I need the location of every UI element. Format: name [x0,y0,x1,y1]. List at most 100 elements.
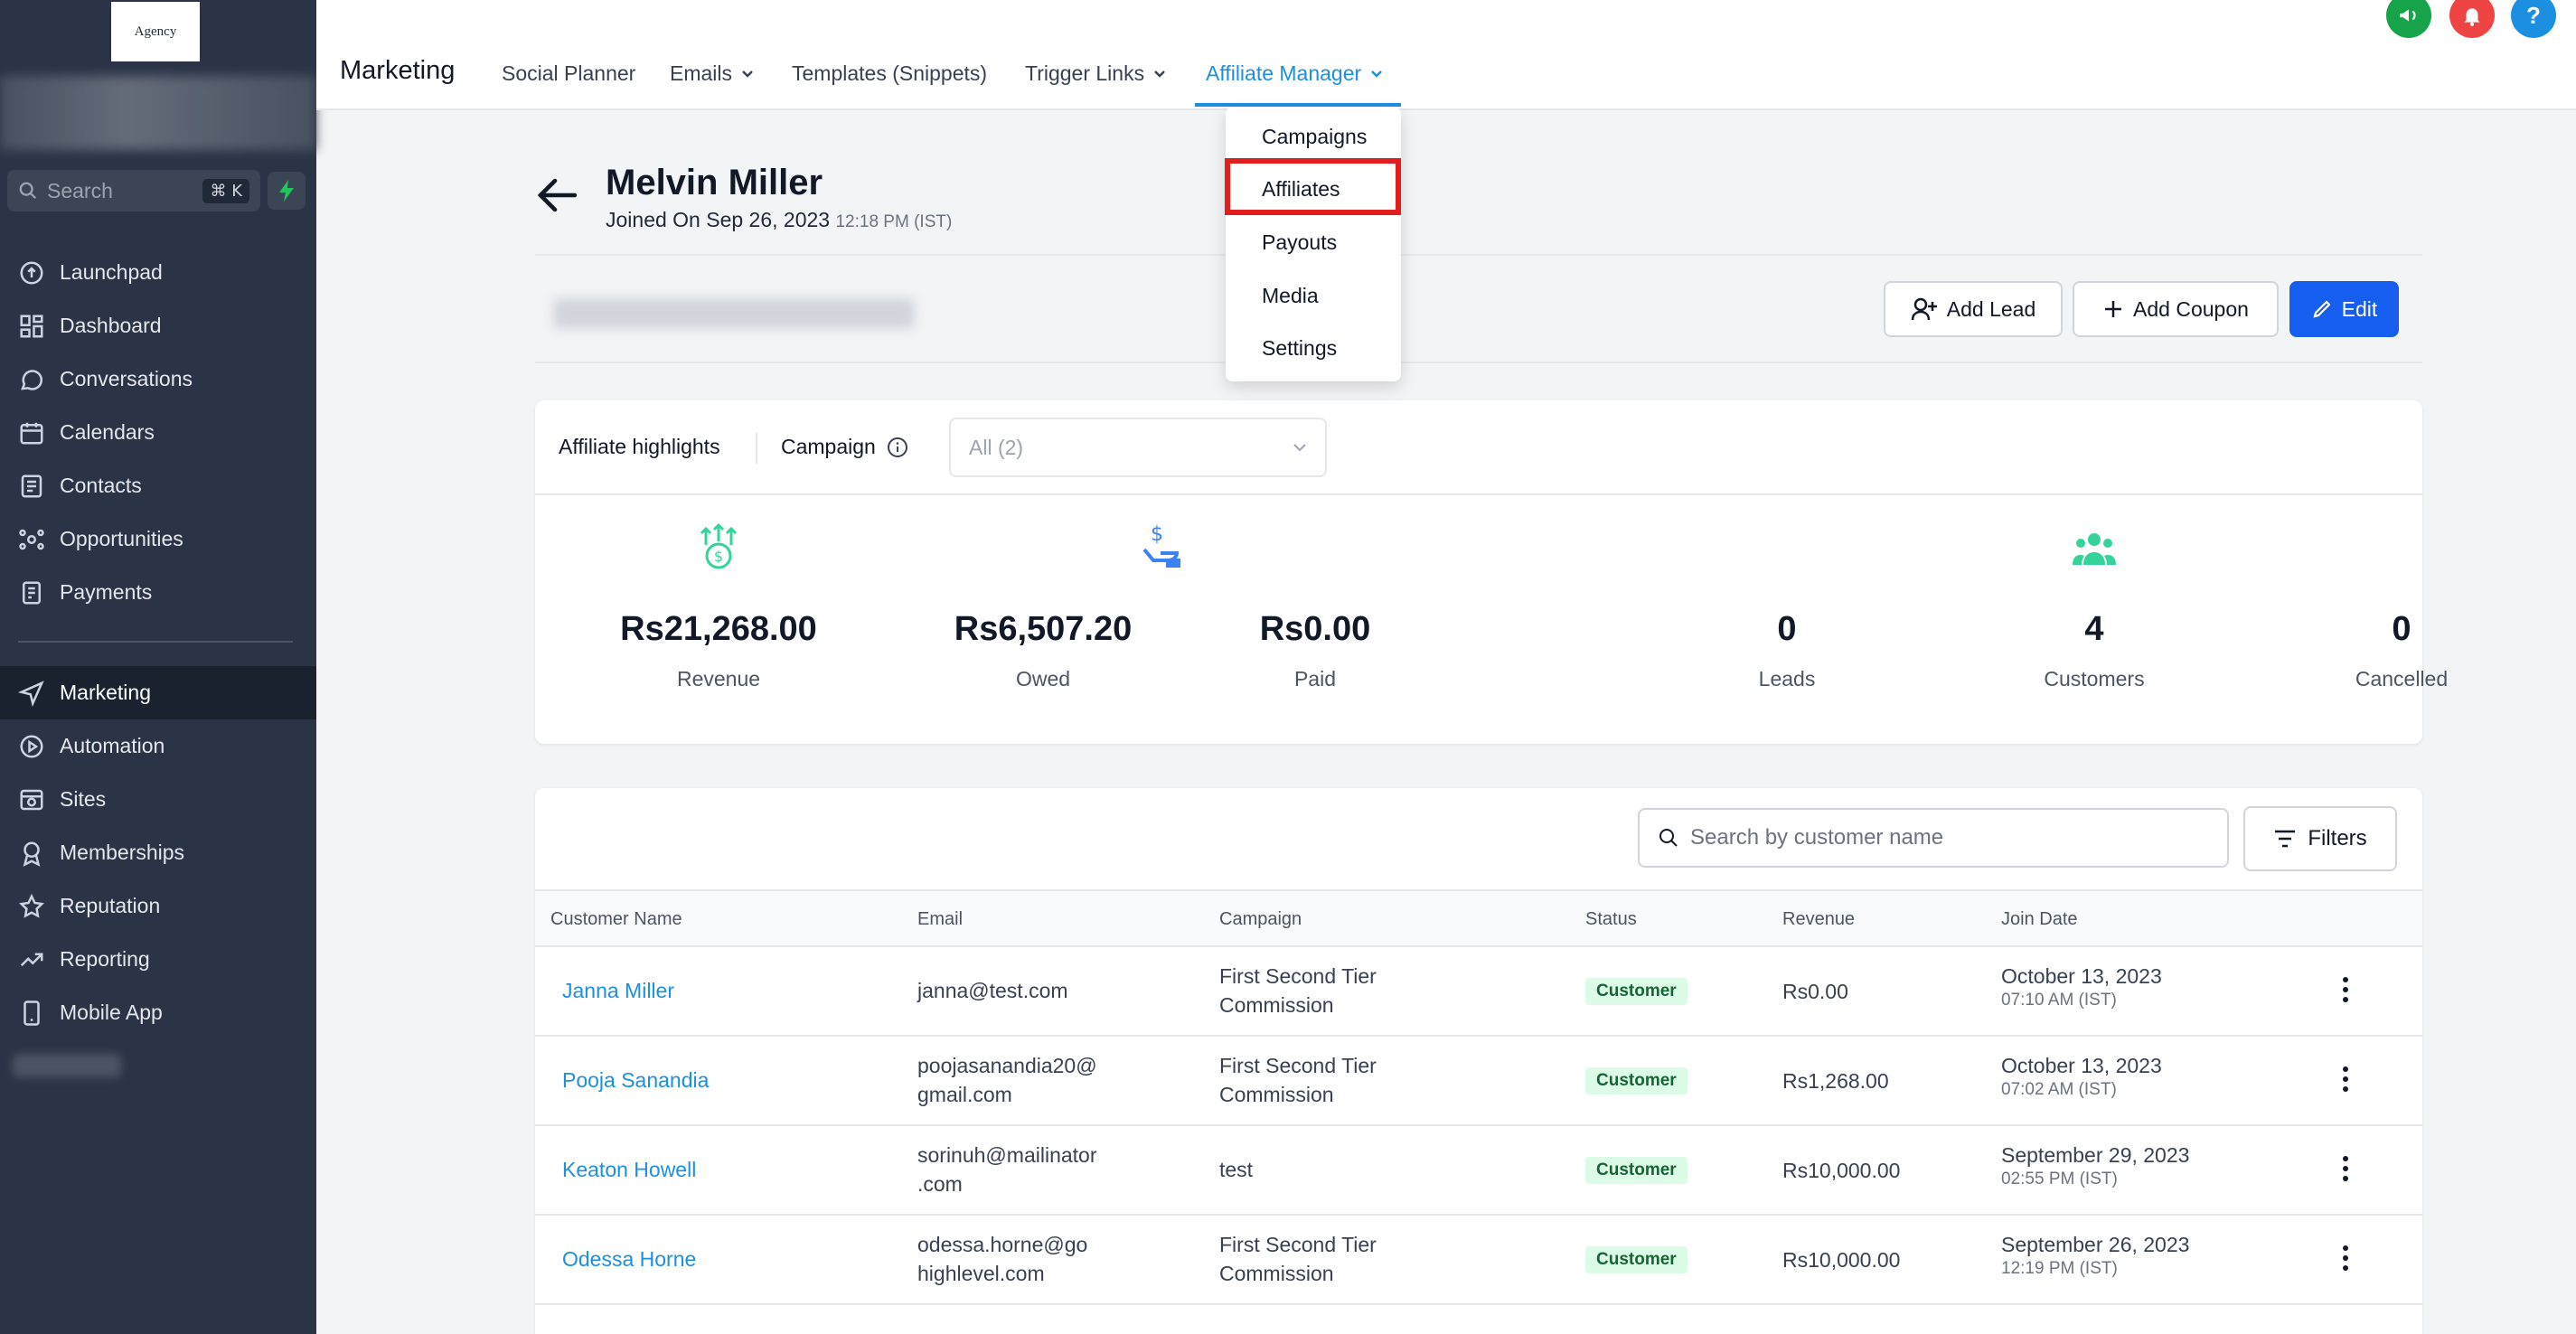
edit-button[interactable]: Edit [2289,281,2399,337]
tab-templates[interactable]: Templates (Snippets) [792,61,987,86]
search-shortcut: ⌘ K [202,178,249,203]
row-actions-button[interactable] [2341,976,2350,1008]
affiliate-name: Melvin Miller [606,163,823,202]
join-date: October 13, 2023 07:10 AM (IST) [2001,962,2162,1010]
customer-email: poojasanandia20@ gmail.com [917,1051,1097,1109]
sidebar-item-marketing[interactable]: Marketing [0,666,316,719]
tab-emails[interactable]: Emails [670,61,754,86]
stat-cancelled: 0 Cancelled [2257,512,2546,691]
column-header[interactable]: Campaign [1219,909,1302,930]
campaign-line: Commission [1219,1262,1334,1285]
campaign-label: Campaign [781,435,908,459]
sidebar-item-reporting[interactable]: Reporting [0,933,316,986]
filters-button[interactable]: Filters [2243,806,2397,871]
table-row: Keaton Howell sorinuh@mailinator .com te… [535,1126,2422,1216]
help-button[interactable]: ? [2511,0,2556,38]
add-coupon-button[interactable]: Add Coupon [2073,281,2279,337]
chevron-down-icon [1371,70,1383,78]
filters-label: Filters [2308,826,2367,850]
customer-revenue: Rs0.00 [1782,980,1848,1003]
info-icon[interactable] [887,437,908,458]
menu-item-settings[interactable]: Settings [1262,336,1337,361]
sidebar-item-calendars[interactable]: Calendars [0,406,316,459]
row-actions-button[interactable] [2341,1066,2350,1097]
megaphone-icon [2400,9,2416,22]
announcements-button[interactable] [2386,0,2431,38]
divider [535,254,2422,256]
customer-search-input[interactable]: Search by customer name [1638,808,2229,868]
sidebar-nav-bottom: Marketing Automation Sites Memberships R… [0,666,316,1039]
email-line: highlevel.com [917,1262,1045,1285]
sidebar-item-sites[interactable]: Sites [0,773,316,826]
sidebar-item-contacts[interactable]: Contacts [0,459,316,512]
column-header[interactable]: Customer Name [550,909,682,930]
customer-name-link[interactable]: Odessa Horne [562,1245,696,1273]
back-button[interactable] [535,175,578,220]
campaign-label-text: Campaign [781,435,876,458]
campaign-line: First Second Tier [1219,1054,1377,1077]
chat-icon [21,369,43,390]
sidebar-item-label: Dashboard [60,314,162,337]
customer-name-link[interactable]: Janna Miller [562,976,674,1005]
campaign-select-value: All (2) [969,435,1024,459]
tab-affiliate-manager[interactable]: Affiliate Manager [1206,61,1383,86]
row-actions-button[interactable] [2341,1155,2350,1187]
column-header[interactable]: Status [1585,909,1637,930]
agency-logo[interactable]: Agency [111,2,200,61]
row-actions-button[interactable] [2341,1245,2350,1276]
sidebar-item-reputation[interactable]: Reputation [0,879,316,933]
customer-campaign: test [1219,1155,1253,1184]
customer-campaign: First Second Tier Commission [1219,1051,1377,1109]
affiliate-highlights-card: Affiliate highlights Campaign All (2) $ … [535,400,2448,744]
sidebar-blurred-item[interactable] [13,1054,121,1077]
customer-name-link[interactable]: Keaton Howell [562,1155,696,1184]
sidebar-item-memberships[interactable]: Memberships [0,826,316,879]
tab-label: Social Planner [502,61,636,85]
joined-date-text: Joined On Sep 26, 2023 [606,208,831,231]
sidebar-item-label: Marketing [60,681,151,704]
column-header[interactable]: Revenue [1782,909,1855,930]
menu-item-media[interactable]: Media [1262,284,1319,308]
add-lead-button[interactable]: Add Lead [1884,281,2063,337]
sidebar-item-opportunities[interactable]: Opportunities [0,512,316,566]
sidebar-nav-top: Launchpad Dashboard Conversations Calend… [0,246,316,619]
email-line: sorinuh@mailinator [917,1143,1097,1167]
tab-trigger-links[interactable]: Trigger Links [1025,61,1166,86]
tab-social-planner[interactable]: Social Planner [502,61,635,86]
sidebar-item-payments[interactable]: Payments [0,566,316,619]
customer-campaign: First Second Tier Commission [1219,962,1377,1019]
customer-name-link[interactable]: Pooja Sanandia [562,1066,709,1094]
sidebar-item-label: Opportunities [60,527,183,550]
join-date-time: 07:02 AM (IST) [2001,1080,2117,1099]
sidebar-item-mobile-app[interactable]: Mobile App [0,986,316,1039]
column-header[interactable]: Email [917,909,963,930]
table-row: Odessa Horne odessa.horne@go highlevel.c… [535,1216,2422,1305]
stat-leads: 0 Leads [1642,512,1932,691]
campaign-line: test [1219,1158,1254,1181]
sidebar-search[interactable]: Search ⌘ K [7,170,260,211]
phone-icon [24,1000,40,1026]
stat-value: Rs21,268.00 [620,610,817,648]
quick-actions-button[interactable] [268,172,306,210]
sidebar-item-conversations[interactable]: Conversations [0,352,316,406]
column-header[interactable]: Join Date [2001,909,2078,930]
header-separator [756,433,757,464]
account-switcher[interactable] [0,76,316,150]
menu-item-payouts[interactable]: Payouts [1262,230,1337,255]
sidebar-item-automation[interactable]: Automation [0,719,316,773]
sidebar: Agency Search ⌘ K Launchpad Dashboard Co… [0,0,316,1334]
menu-item-campaigns[interactable]: Campaigns [1262,125,1367,149]
tab-label: Emails [670,61,733,85]
opportunities-icon [19,529,44,550]
campaign-line: First Second Tier [1219,1233,1377,1256]
customers-table-card: Search by customer name Filters Customer… [535,788,2422,1334]
filter-icon [2275,830,2296,848]
notifications-button[interactable] [2449,0,2495,38]
tab-label: Templates (Snippets) [792,61,988,85]
sidebar-item-launchpad[interactable]: Launchpad [0,246,316,299]
chevron-down-icon [1154,70,1165,78]
kebab-menu-icon [2343,977,2348,1002]
campaign-select[interactable]: All (2) [949,418,1327,477]
email-line: janna@test.com [917,979,1068,1002]
sidebar-item-dashboard[interactable]: Dashboard [0,299,316,352]
